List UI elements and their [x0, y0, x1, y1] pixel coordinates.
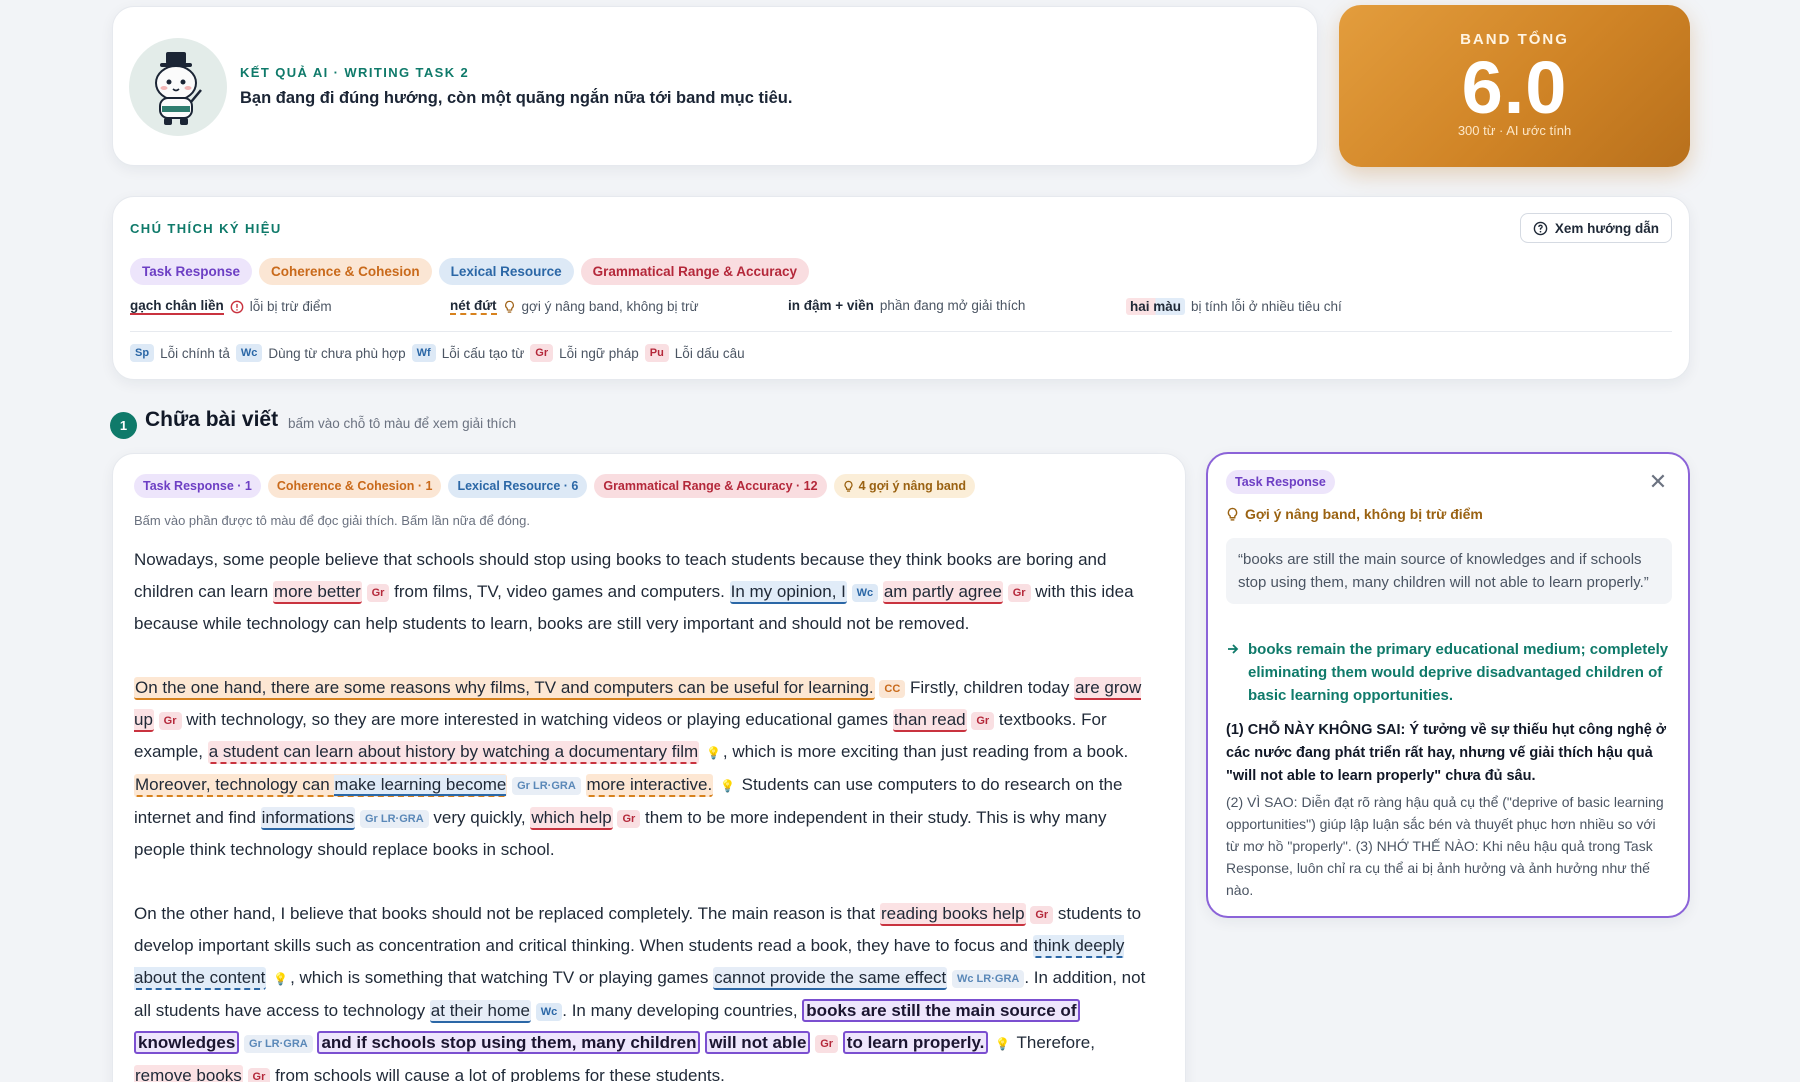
explanation-details: (2) VÌ SAO: Diễn đạt rõ ràng hậu quả cụ …	[1226, 794, 1664, 898]
error-highlight[interactable]: In my opinion, I	[729, 581, 847, 604]
band-note: 300 từ · AI ước tính	[1457, 123, 1572, 138]
panel-criterion: Task Response	[1226, 470, 1335, 494]
essay-card: Task Response · 1 Coherence & Cohesion ·…	[112, 453, 1186, 1082]
result-kicker: KẾT QUẢ AI · WRITING TASK 2	[240, 65, 470, 80]
criteria-legend: Task Response Coherence & Cohesion Lexic…	[130, 258, 809, 285]
filter-coherence[interactable]: Coherence & Cohesion · 1	[267, 474, 442, 498]
error-code: Gr	[1007, 583, 1031, 602]
lightbulb-icon	[504, 300, 514, 313]
key-solid-underline: gạch chân liền lỗi bị trừ điểm	[130, 298, 332, 315]
explanation-summary: (1) CHỖ NÀY KHÔNG SAI: Ý tưởng về sự thi…	[1226, 722, 1667, 784]
filter-band-tips[interactable]: 4 gợi ý nâng band	[833, 474, 976, 498]
essay-paragraph-1: Nowadays, some people believe that schoo…	[134, 550, 1134, 633]
essay-body: Nowadays, some people believe that schoo…	[134, 544, 1154, 1082]
lightbulb-icon: 💡	[719, 779, 735, 793]
section-title: Chữa bài viết	[145, 408, 279, 431]
close-icon[interactable]: ✕	[1646, 470, 1670, 494]
error-highlight[interactable]: reading books help	[879, 903, 1026, 926]
error-code: Gr LR·GRA	[244, 1034, 313, 1053]
mascot-avatar	[129, 38, 227, 136]
code-wf: Wf	[411, 344, 436, 362]
legend-chip-task-response: Task Response	[130, 258, 253, 285]
error-code: Wc LR·GRA	[952, 969, 1025, 988]
error-code: Wc	[535, 1002, 563, 1021]
original-quote: “books are still the main source of know…	[1226, 538, 1672, 604]
code-pu: Pu	[644, 344, 669, 362]
overall-band-card: BAND TỔNG 6.0 300 từ · AI ước tính	[1339, 5, 1690, 167]
section-hint: bấm vào chỗ tô màu để xem giải thích	[288, 416, 517, 431]
essay-hint: Bấm vào phần được tô màu để đọc giải thí…	[134, 513, 530, 528]
active-highlight[interactable]: books are still the main source of	[802, 999, 1081, 1022]
active-highlight[interactable]: knowledges	[134, 1031, 240, 1054]
error-highlight[interactable]: remove books	[134, 1065, 243, 1082]
legend-chip-coherence: Coherence & Cohesion	[259, 258, 432, 285]
explanation-panel: Task Response ✕ Gợi ý nâng band, không b…	[1206, 452, 1690, 918]
error-code: Gr LR·GRA	[512, 776, 581, 795]
help-circle-icon	[1533, 221, 1548, 235]
result-subtitle: Bạn đang đi đúng hướng, còn một quãng ng…	[240, 89, 793, 107]
filter-grammar[interactable]: Grammatical Range & Accuracy · 12	[594, 474, 827, 498]
error-highlight[interactable]: am partly agree	[882, 581, 1003, 604]
alert-circle-icon	[230, 300, 244, 313]
error-code: Gr	[617, 809, 641, 828]
error-code: Wc	[851, 583, 879, 602]
code-sp: Sp	[130, 344, 155, 362]
error-highlight[interactable]: cannot provide the same effect	[713, 967, 948, 990]
error-code: Gr	[1030, 905, 1054, 924]
legend-title: CHÚ THÍCH KÝ HIỆU	[130, 221, 282, 236]
essay-paragraph-3: On the other hand, I believe that books …	[134, 898, 1154, 1082]
error-code: Gr	[247, 1067, 271, 1082]
error-highlight[interactable]: more better	[272, 581, 362, 604]
error-highlight[interactable]: On the one hand, there are some reasons …	[134, 677, 875, 700]
error-code: Gr	[366, 583, 390, 602]
view-guide-button[interactable]: Xem hướng dẫn	[1519, 213, 1672, 243]
band-score: 6.0	[1461, 46, 1568, 129]
lightbulb-icon	[843, 480, 853, 492]
lightbulb-icon: 💡	[705, 746, 721, 760]
tip-highlight[interactable]: more interactive.	[585, 774, 714, 797]
error-highlight[interactable]: informations	[260, 807, 356, 830]
view-guide-label: Xem hướng dẫn	[1554, 220, 1659, 236]
error-highlight[interactable]: which help	[530, 807, 613, 830]
legend-chip-lexical: Lexical Resource	[438, 258, 574, 285]
error-code: Gr	[971, 711, 995, 730]
error-highlight[interactable]: than read	[892, 709, 967, 732]
key-bold-border: in đậm + viền phần đang mở giải thích	[788, 298, 1026, 313]
tip-highlight[interactable]: a student can learn about history by wat…	[207, 741, 700, 764]
error-code: Gr LR·GRA	[360, 809, 429, 828]
filter-lexical[interactable]: Lexical Resource · 6	[448, 474, 588, 498]
section-number: 1	[110, 412, 137, 439]
panel-tip: Gợi ý nâng band, không bị trừ điểm	[1226, 506, 1483, 522]
active-highlight[interactable]: will not able	[705, 1031, 811, 1054]
legend-card: CHÚ THÍCH KÝ HIỆU Xem hướng dẫn Task Res…	[112, 196, 1690, 380]
active-highlight[interactable]: and if schools stop using them, many chi…	[317, 1031, 701, 1054]
key-two-color: hai màu bị tính lỗi ở nhiều tiêu chí	[1126, 298, 1342, 315]
legend-divider	[130, 331, 1672, 332]
tip-highlight[interactable]: Moreover, technology can make learning b…	[134, 774, 508, 797]
code-gr: Gr	[530, 344, 554, 362]
error-code: Gr	[158, 711, 182, 730]
arrow-right-icon	[1228, 644, 1239, 654]
lightbulb-icon: 💡	[273, 972, 289, 986]
essay-paragraph-2: On the one hand, there are some reasons …	[134, 677, 1142, 859]
code-wc: Wc	[235, 344, 263, 362]
legend-chip-grammar: Grammatical Range & Accuracy	[580, 258, 809, 285]
error-code: CC	[879, 679, 906, 698]
error-code-legend: Sp Lỗi chính tả Wc Dùng từ chưa phù hợp …	[130, 344, 745, 362]
filter-task-response[interactable]: Task Response · 1	[134, 474, 261, 498]
result-header-card: KẾT QUẢ AI · WRITING TASK 2 Bạn đang đi …	[112, 6, 1318, 166]
suggested-rewrite: books remain the primary educational med…	[1226, 638, 1672, 707]
lightbulb-icon	[1227, 507, 1238, 521]
error-count-chips: Task Response · 1 Coherence & Cohesion ·…	[134, 474, 976, 498]
key-dashed: nét đứt gợi ý nâng band, không bị trừ	[450, 298, 699, 315]
lightbulb-icon: 💡	[995, 1037, 1011, 1051]
error-highlight[interactable]: at their home	[429, 1000, 532, 1023]
error-code: Gr	[815, 1034, 839, 1053]
active-highlight[interactable]: to learn properly.	[842, 1031, 989, 1054]
